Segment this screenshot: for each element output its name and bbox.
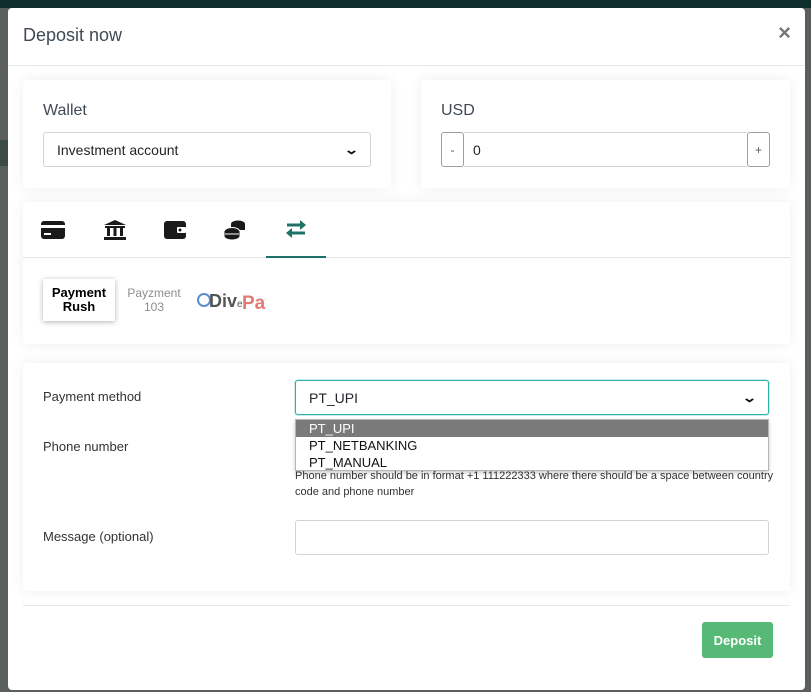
provider-label: Rush [62,299,96,314]
wallet-selected-value: Investment account [57,141,179,158]
payment-method-select[interactable]: PT_UPI ⌄ [295,380,769,415]
provider-payment-rush[interactable]: Payment Rush [43,279,115,321]
increment-button[interactable]: + [747,132,770,167]
coins-icon [224,220,245,240]
amount-input[interactable]: 0 [464,132,747,167]
wallet-icon [164,221,186,239]
bank-icon [104,220,126,240]
dropdown-option[interactable]: PT_NETBANKING [296,437,768,454]
dropdown-option[interactable]: PT_UPI [296,420,768,437]
provider-divepay[interactable]: Div e Pay [194,279,268,321]
chevron-down-icon: ⌄ [741,389,758,405]
footer-divider [23,605,790,606]
payment-method-selected: PT_UPI [309,389,359,406]
provider-label: Payzment [127,286,181,300]
message-input[interactable] [295,520,769,555]
payment-method-dropdown: PT_UPI PT_NETBANKING PT_MANUAL [295,419,769,471]
tab-wallet[interactable] [145,202,205,258]
chevron-down-icon: ⌄ [343,141,360,157]
phone-number-label: Phone number [43,439,129,454]
exchange-arrows-icon [286,220,306,238]
svg-text:Pay: Pay [242,293,266,314]
message-label: Message (optional) [43,529,154,544]
payment-type-tabs [23,202,790,258]
provider-payzment[interactable]: Payzment 103 [118,279,190,321]
tab-card[interactable] [23,202,83,258]
decrement-button[interactable]: - [441,132,464,167]
svg-text:Div: Div [209,291,237,311]
tab-transfer[interactable] [266,202,326,258]
credit-card-icon [41,221,65,239]
dropdown-option[interactable]: PT_MANUAL [296,454,768,471]
modal-title: Deposit now [23,25,123,45]
provider-label: 103 [143,300,165,314]
background-strip [0,140,8,166]
background-topbar [0,0,811,8]
wallet-label: Wallet [43,102,87,119]
amount-stepper: - 0 + [441,132,770,167]
wallet-select[interactable]: Investment account ⌄ [43,132,371,167]
deposit-modal: Deposit now × Wallet Investment account … [8,8,805,690]
payment-method-label: Payment method [43,389,142,404]
tab-coins[interactable] [205,202,265,258]
currency-label: USD [441,102,475,119]
phone-helper-text: Phone number should be in format +1 1112… [295,470,774,498]
tab-bank[interactable] [85,202,145,258]
divepay-logo: Div e Pay [197,291,266,314]
close-button[interactable]: × [778,22,791,44]
modal-header: Deposit now × [8,8,805,66]
deposit-button[interactable]: Deposit [702,622,773,658]
provider-label: Payment [51,285,107,300]
